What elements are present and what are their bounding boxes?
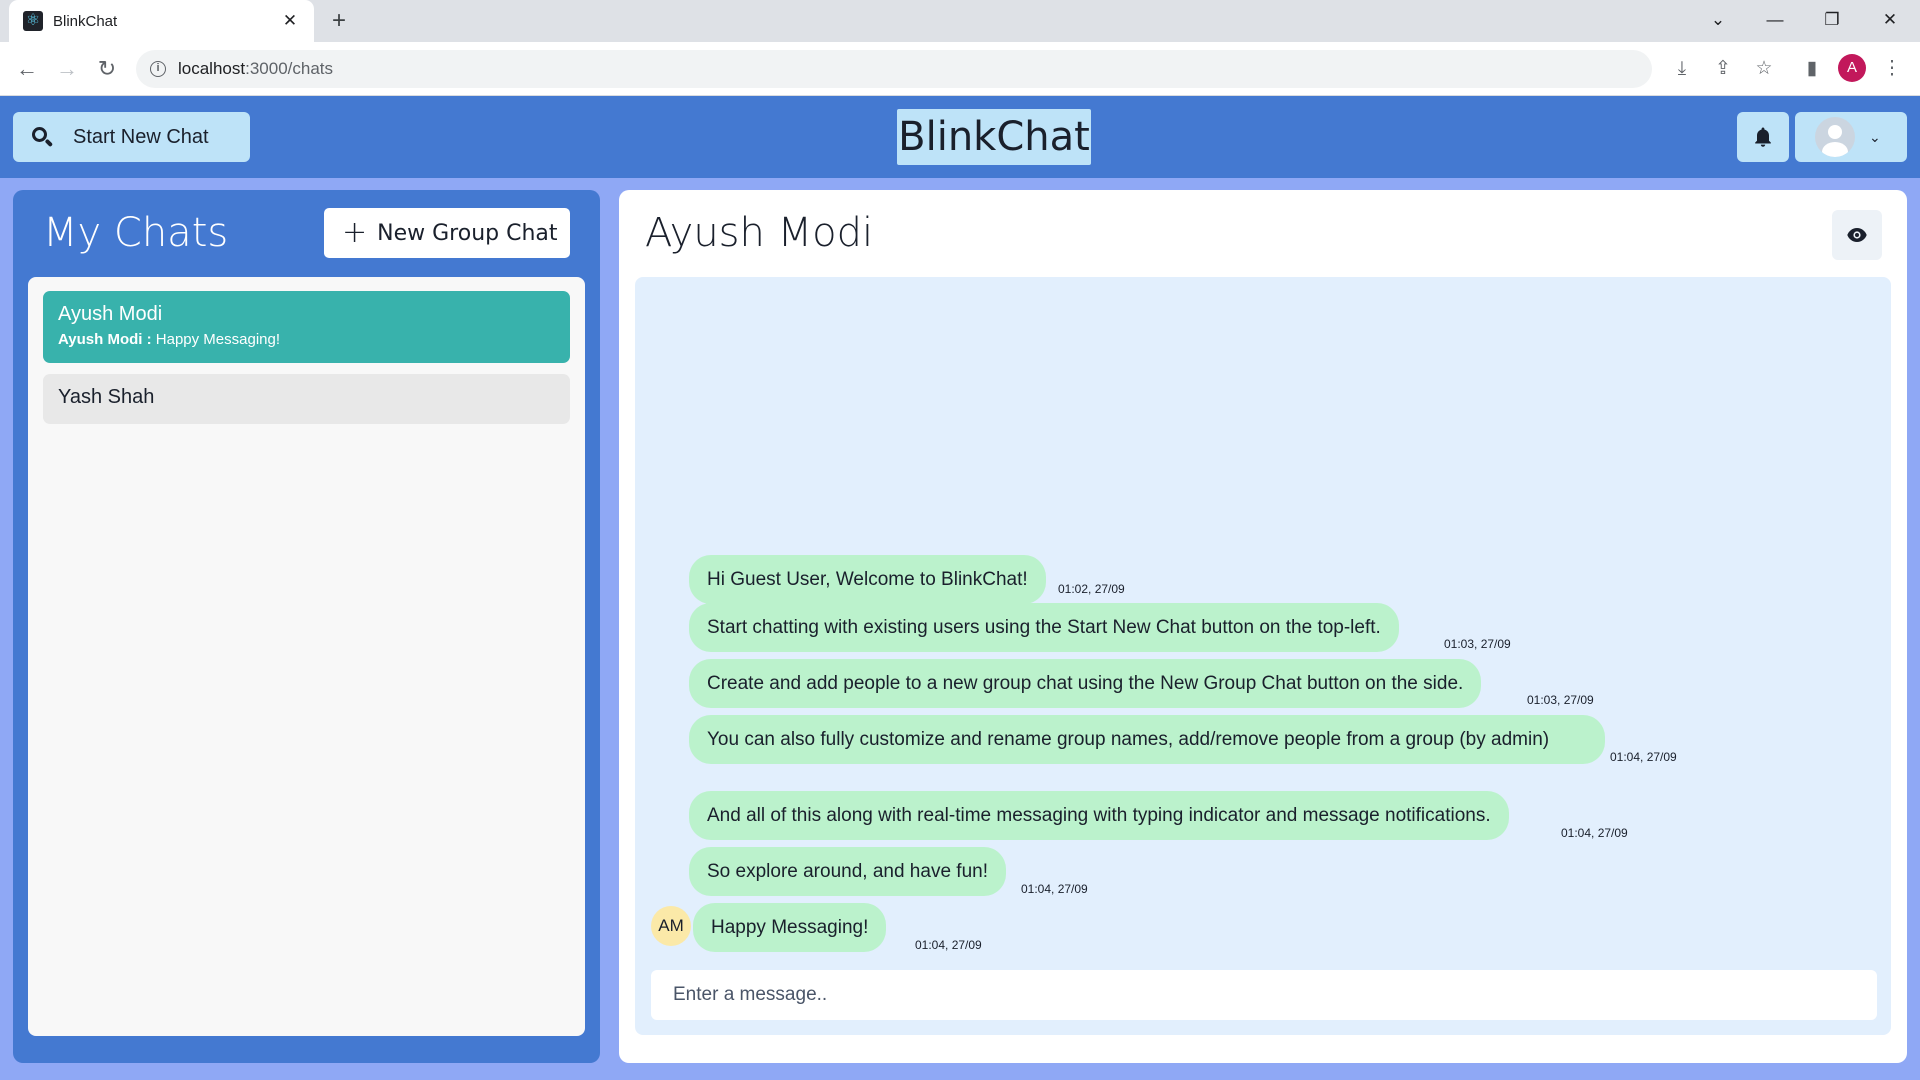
my-chats-title: My Chats	[43, 210, 229, 256]
eye-icon	[1847, 228, 1867, 242]
share-icon[interactable]: ⇪	[1708, 54, 1738, 84]
message-bubble: Happy Messaging!	[693, 903, 887, 952]
message-bubble: Hi Guest User, Welcome to BlinkChat!	[689, 555, 1046, 604]
forward-icon[interactable]: →	[52, 54, 82, 84]
sender-avatar: AM	[651, 906, 691, 946]
message-timestamp: 01:04, 27/09	[1610, 750, 1677, 764]
chat-list: Ayush Modi Ayush Modi : Happy Messaging!…	[28, 277, 585, 1036]
minimize-button[interactable]: —	[1751, 4, 1799, 36]
reload-icon[interactable]: ↻	[92, 54, 122, 84]
search-icon	[31, 126, 54, 148]
plus-icon: +	[342, 215, 368, 250]
chat-item-ayush-modi[interactable]: Ayush Modi Ayush Modi : Happy Messaging!	[43, 291, 570, 363]
app-header: Start New Chat BlinkChat ⌄	[0, 96, 1920, 178]
notifications-button[interactable]	[1737, 112, 1789, 162]
chat-name: Yash Shah	[58, 386, 155, 408]
new-tab-button[interactable]: +	[325, 7, 353, 35]
new-group-chat-button[interactable]: + New Group Chat	[324, 208, 570, 258]
user-avatar	[1815, 117, 1855, 157]
chat-name: Ayush Modi	[58, 303, 163, 325]
chevron-down-icon: ⌄	[1869, 128, 1881, 145]
message-timestamp: 01:03, 27/09	[1527, 693, 1594, 707]
react-icon: ⚛	[23, 11, 43, 31]
message-timestamp: 01:04, 27/09	[915, 938, 982, 952]
message-bubble: And all of this along with real-time mes…	[689, 791, 1509, 840]
contact-name: Ayush Modi	[645, 210, 874, 256]
bookmark-star-icon[interactable]: ☆	[1749, 54, 1779, 84]
chat-item-yash-shah[interactable]: Yash Shah	[43, 374, 570, 424]
message-timestamp: 01:04, 27/09	[1021, 882, 1088, 896]
message-bubble: You can also fully customize and rename …	[689, 715, 1605, 764]
url-text: localhost:3000/chats	[178, 59, 334, 78]
bell-icon	[1755, 127, 1771, 147]
browser-toolbar: ← → ↻ i localhost:3000/chats ⤓ ⇪ ☆ ▮ ⋮	[0, 42, 1920, 96]
conversation-panel: Ayush Modi Hi Guest User, Welcome to Bli…	[619, 190, 1907, 1063]
back-icon[interactable]: ←	[12, 54, 42, 84]
new-group-chat-label: New Group Chat	[377, 220, 558, 246]
message-bubble: So explore around, and have fun!	[689, 847, 1006, 896]
restore-button[interactable]: ❐	[1808, 4, 1856, 36]
profile-menu-button[interactable]: ⌄	[1795, 112, 1907, 162]
browser-menu-icon[interactable]: ⋮	[1877, 54, 1907, 84]
view-profile-button[interactable]	[1832, 210, 1882, 260]
message-input[interactable]	[651, 970, 1877, 1020]
install-icon[interactable]: ⤓	[1667, 54, 1697, 84]
browser-tab[interactable]: ⚛ BlinkChat ✕	[9, 0, 314, 42]
close-window-button[interactable]: ✕	[1866, 4, 1914, 36]
message-timestamp: 01:02, 27/09	[1058, 582, 1125, 596]
browser-tabbar: ⚛ BlinkChat ✕ + ⌄ — ❐ ✕	[0, 0, 1920, 42]
message-bubble: Create and add people to a new group cha…	[689, 659, 1482, 708]
address-bar[interactable]: i localhost:3000/chats	[136, 50, 1652, 88]
my-chats-panel: My Chats + New Group Chat Ayush Modi Ayu…	[13, 190, 600, 1063]
site-info-icon[interactable]: i	[150, 61, 166, 77]
messages-area: Hi Guest User, Welcome to BlinkChat! 01:…	[635, 277, 1891, 1035]
tab-search-icon[interactable]: ⌄	[1694, 4, 1742, 36]
chat-last-message: Ayush Modi : Happy Messaging!	[58, 331, 281, 348]
message-timestamp: 01:03, 27/09	[1444, 637, 1511, 651]
brand-logo: BlinkChat	[897, 109, 1091, 165]
start-new-chat-button[interactable]: Start New Chat	[13, 112, 250, 162]
tab-title: BlinkChat	[53, 12, 118, 30]
side-panel-icon[interactable]: ▮	[1797, 54, 1827, 84]
browser-profile-avatar[interactable]: A	[1838, 54, 1866, 82]
start-new-chat-label: Start New Chat	[73, 125, 209, 148]
message-bubble: Start chatting with existing users using…	[689, 603, 1399, 652]
close-tab-icon[interactable]: ✕	[280, 11, 300, 31]
message-timestamp: 01:04, 27/09	[1561, 826, 1628, 840]
